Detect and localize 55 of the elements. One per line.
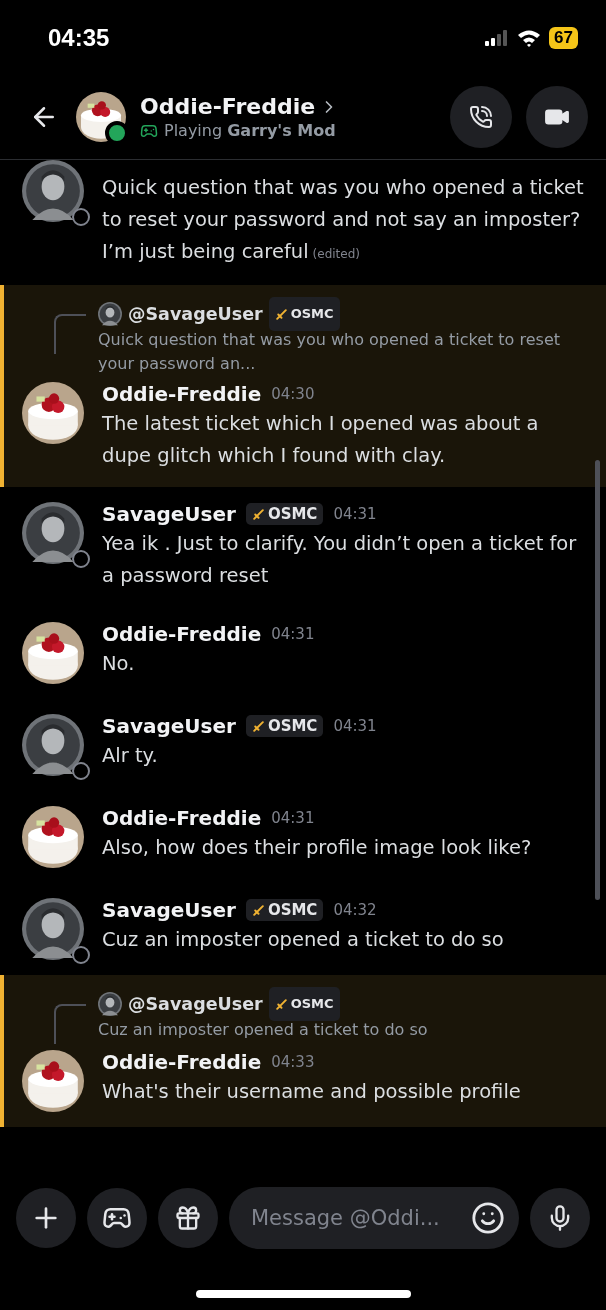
reply-author[interactable]: @SavageUser	[128, 989, 263, 1019]
role-tag: OSMC	[245, 715, 324, 737]
reply-preview[interactable]: Cuz an imposter opened a ticket to do so	[98, 1018, 590, 1042]
message-text: Quick question that was you who opened a ticket to reset your password and not say an imposter? I’m just being careful (edited)	[102, 175, 585, 265]
scrollbar[interactable]	[595, 460, 600, 900]
reply-preview[interactable]: Quick question that was you who opened a ticket to reset your password an...	[98, 328, 590, 376]
message-text: Also, how does their profile image look like?	[102, 835, 533, 861]
message-input[interactable]: Message @Oddi...	[249, 1205, 463, 1231]
timestamp: 04:31	[333, 717, 377, 735]
author-name[interactable]: SavageUser	[102, 714, 236, 738]
author-name[interactable]: SavageUser	[102, 502, 236, 526]
microphone-button[interactable]	[530, 1188, 590, 1248]
activity-status: Playing Garry's Mod	[164, 121, 336, 140]
games-button[interactable]	[87, 1188, 147, 1248]
message-field[interactable]: Message @Oddi...	[229, 1187, 519, 1249]
reply-author[interactable]: @SavageUser	[128, 299, 263, 329]
role-tag: OSMC	[268, 987, 340, 1021]
role-tag: OSMC	[245, 503, 324, 525]
message-text: Yea ik . Just to clarify. You didn’t open a ticket for a password reset	[102, 531, 578, 589]
message-text: No.	[102, 651, 136, 677]
reply-connector	[54, 1004, 86, 1044]
sword-icon	[274, 307, 288, 321]
author-name[interactable]: Oddie-Freddie	[102, 1050, 262, 1074]
timestamp: 04:32	[333, 901, 377, 919]
timestamp: 04:33	[271, 1053, 315, 1071]
clock: 04:35	[48, 23, 110, 52]
signal-icon	[485, 29, 510, 46]
reply-connector	[54, 314, 86, 354]
contact-name[interactable]: Oddie-Freddie	[140, 94, 316, 119]
sword-icon	[251, 719, 265, 733]
sword-icon	[251, 903, 265, 917]
sword-icon	[251, 507, 265, 521]
gift-button[interactable]	[158, 1188, 218, 1248]
timestamp: 04:30	[271, 385, 315, 403]
phone-icon	[469, 105, 493, 129]
add-button[interactable]	[16, 1188, 76, 1248]
sword-icon	[274, 997, 288, 1011]
author-name[interactable]: SavageUser	[102, 898, 236, 922]
emoji-icon[interactable]	[471, 1201, 505, 1235]
author-name[interactable]: Oddie-Freddie	[102, 806, 262, 830]
author-name[interactable]: Oddie-Freddie	[102, 382, 262, 406]
message-text: Cuz an imposter opened a ticket to do so	[102, 927, 505, 953]
role-tag: OSMC	[245, 899, 324, 921]
message-text: Alr ty.	[102, 743, 159, 769]
wifi-icon	[517, 28, 542, 47]
edited-label: (edited)	[312, 247, 360, 261]
role-tag: OSMC	[268, 297, 340, 331]
timestamp: 04:31	[333, 505, 377, 523]
message-text: The latest ticket which I opened was about a dupe glitch which I found with clay.	[102, 411, 540, 469]
timestamp: 04:31	[271, 809, 315, 827]
timestamp: 04:31	[271, 625, 315, 643]
message-text: What's their username and possible profile	[102, 1079, 522, 1105]
battery-level: 67	[549, 26, 578, 49]
gift-icon	[174, 1204, 202, 1232]
author-name[interactable]: Oddie-Freddie	[102, 622, 262, 646]
